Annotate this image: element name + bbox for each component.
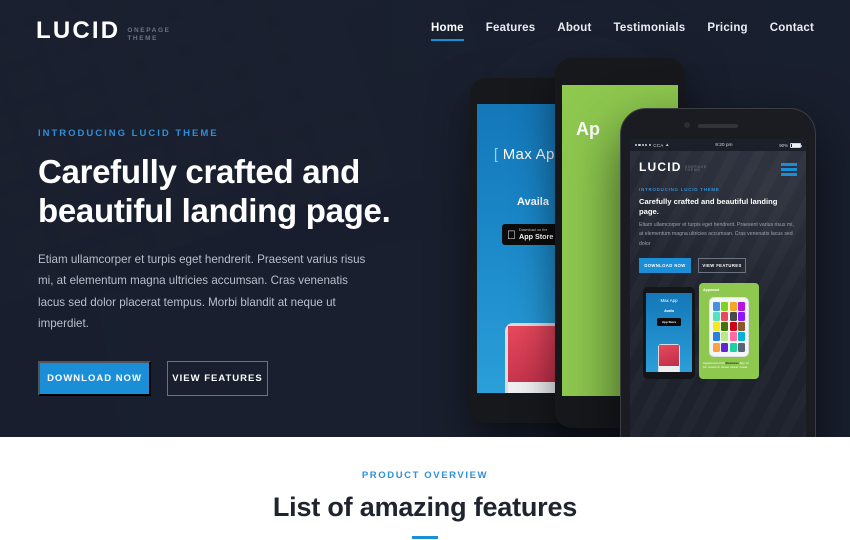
hero-body-text: Etiam ullamcorper et turpis eget hendrer… bbox=[38, 252, 366, 331]
phone-status-bar: CCA ▴ 9:20 pm 90% bbox=[630, 139, 806, 151]
site-header: LUCID ONEPAGE THEME Home Features About … bbox=[0, 0, 850, 62]
nested-blue-subtitle: Availa bbox=[664, 308, 674, 313]
hero-content: INTRODUCING LUCID THEME Carefully crafte… bbox=[38, 128, 448, 396]
mini-device-screen bbox=[508, 326, 558, 382]
phone-site-eyebrow: INTRODUCING LUCID THEME bbox=[639, 187, 720, 193]
green-phone-label: Ap bbox=[576, 119, 600, 139]
nested-blue-title: Max App bbox=[660, 297, 678, 303]
nav-item-features[interactable]: Features bbox=[486, 22, 536, 41]
nested-app-store-badge: App Store bbox=[657, 317, 681, 326]
nested-green-heading: Appwood bbox=[703, 287, 720, 292]
features-eyebrow: PRODUCT OVERVIEW bbox=[361, 470, 489, 481]
hero-eyebrow: INTRODUCING LUCID THEME bbox=[38, 128, 219, 139]
phone-site-content: LUCID ONEPAGE THEME INTRODUCING LUCID TH… bbox=[630, 151, 806, 437]
phone-mockups: [ Max App ] Availa  Download on the App… bbox=[470, 0, 850, 437]
download-now-button[interactable]: DOWNLOAD NOW bbox=[38, 360, 151, 396]
nav-item-home[interactable]: Home bbox=[431, 22, 464, 41]
phone-view-features-button[interactable]: VIEW FEATURES bbox=[698, 257, 746, 273]
view-features-button[interactable]: VIEW FEATURES bbox=[167, 360, 268, 396]
nested-green-caption-suffix: App UI bbox=[738, 360, 749, 365]
nested-green-caption-line2: Kit, Great UI, Great, Great, Great. bbox=[703, 365, 748, 370]
phone-site-header: LUCID ONEPAGE THEME bbox=[639, 161, 797, 177]
signal-dots-icon bbox=[635, 143, 651, 147]
logo-name: LUCID bbox=[36, 17, 121, 44]
phone-site-logo-subtitle: ONEPAGE THEME bbox=[684, 165, 707, 173]
nav-item-testimonials[interactable]: Testimonials bbox=[614, 22, 686, 41]
bracket-open: [ bbox=[493, 146, 499, 163]
phone-site-title: Carefully crafted and beautiful landing … bbox=[639, 197, 778, 216]
status-bar-right: 90% bbox=[779, 142, 802, 148]
status-time: 9:20 pm bbox=[715, 142, 733, 148]
nav-item-pricing[interactable]: Pricing bbox=[707, 22, 747, 41]
battery-icon bbox=[790, 142, 802, 148]
phone-site-logo[interactable]: LUCID ONEPAGE THEME bbox=[639, 161, 707, 173]
nav-item-contact[interactable]: Contact bbox=[770, 22, 814, 41]
phone-site-logo-sub2: THEME bbox=[684, 168, 701, 173]
logo-subtitle-line1: ONEPAGE bbox=[127, 27, 171, 35]
phone-site-mockups: Max App Availa App Store Appwood Appwood… bbox=[639, 282, 797, 379]
phone-main-screen: CCA ▴ 9:20 pm 90% LUCID ONEPAGE THEME IN… bbox=[630, 139, 806, 437]
features-title: List of amazing features bbox=[272, 492, 578, 522]
hamburger-menu-icon[interactable] bbox=[781, 161, 797, 177]
nav-item-about[interactable]: About bbox=[557, 22, 591, 41]
app-store-badge-large: App Store bbox=[510, 231, 553, 241]
status-bar-left: CCA ▴ bbox=[635, 141, 669, 148]
carrier-label: CCA bbox=[653, 142, 664, 148]
battery-percentage: 90% bbox=[779, 142, 788, 148]
wifi-icon: ▴ bbox=[666, 141, 669, 148]
phone-site-body: Etiam ullamcorper et turpis eget hendrer… bbox=[639, 222, 794, 247]
landing-page: LUCID ONEPAGE THEME Home Features About … bbox=[0, 0, 850, 540]
nested-green-caption-prefix: Appwood is FUll bbox=[703, 360, 726, 365]
nested-mini-device-screen bbox=[659, 344, 679, 367]
nested-green-caption: Appwood is FUll Business App UI Kit, Gre… bbox=[703, 361, 755, 370]
hero-title: Carefully crafted and beautiful landing … bbox=[38, 153, 391, 229]
phone-site-logo-name: LUCID bbox=[639, 160, 682, 174]
features-divider bbox=[412, 536, 438, 539]
main-navigation: Home Features About Testimonials Pricing… bbox=[431, 22, 814, 41]
apple-logo-icon:  bbox=[507, 229, 516, 241]
front-camera-icon bbox=[684, 122, 690, 128]
nested-green-caption-bold: Business bbox=[725, 360, 739, 365]
hero-section: LUCID ONEPAGE THEME Home Features About … bbox=[0, 0, 850, 437]
hero-buttons: DOWNLOAD NOW VIEW FEATURES bbox=[38, 360, 448, 396]
mini-device-mockup bbox=[505, 323, 561, 393]
phone-site-buttons: DOWNLOAD NOW VIEW FEATURES bbox=[639, 257, 797, 273]
nested-app-grid bbox=[709, 296, 749, 357]
logo[interactable]: LUCID ONEPAGE THEME bbox=[36, 19, 171, 43]
logo-subtitle-line2: THEME bbox=[127, 34, 159, 42]
features-section: PRODUCT OVERVIEW List of amazing feature… bbox=[0, 437, 850, 540]
phone-download-now-button[interactable]: DOWNLOAD NOW bbox=[639, 257, 691, 273]
nested-mockup-green: Appwood Appwood is FUll Business App UI … bbox=[699, 282, 759, 379]
nested-mini-device bbox=[658, 343, 680, 372]
earpiece-speaker bbox=[698, 124, 738, 128]
logo-subtitle: ONEPAGE THEME bbox=[127, 27, 170, 43]
phone-mockup-main: CCA ▴ 9:20 pm 90% LUCID ONEPAGE THEME IN… bbox=[620, 108, 816, 437]
app-store-badge-text: Download on the App Store bbox=[510, 228, 553, 241]
nested-blue-screen: Max App Availa App Store bbox=[646, 292, 692, 372]
nested-mockup-blue: Max App Availa App Store bbox=[643, 286, 695, 379]
